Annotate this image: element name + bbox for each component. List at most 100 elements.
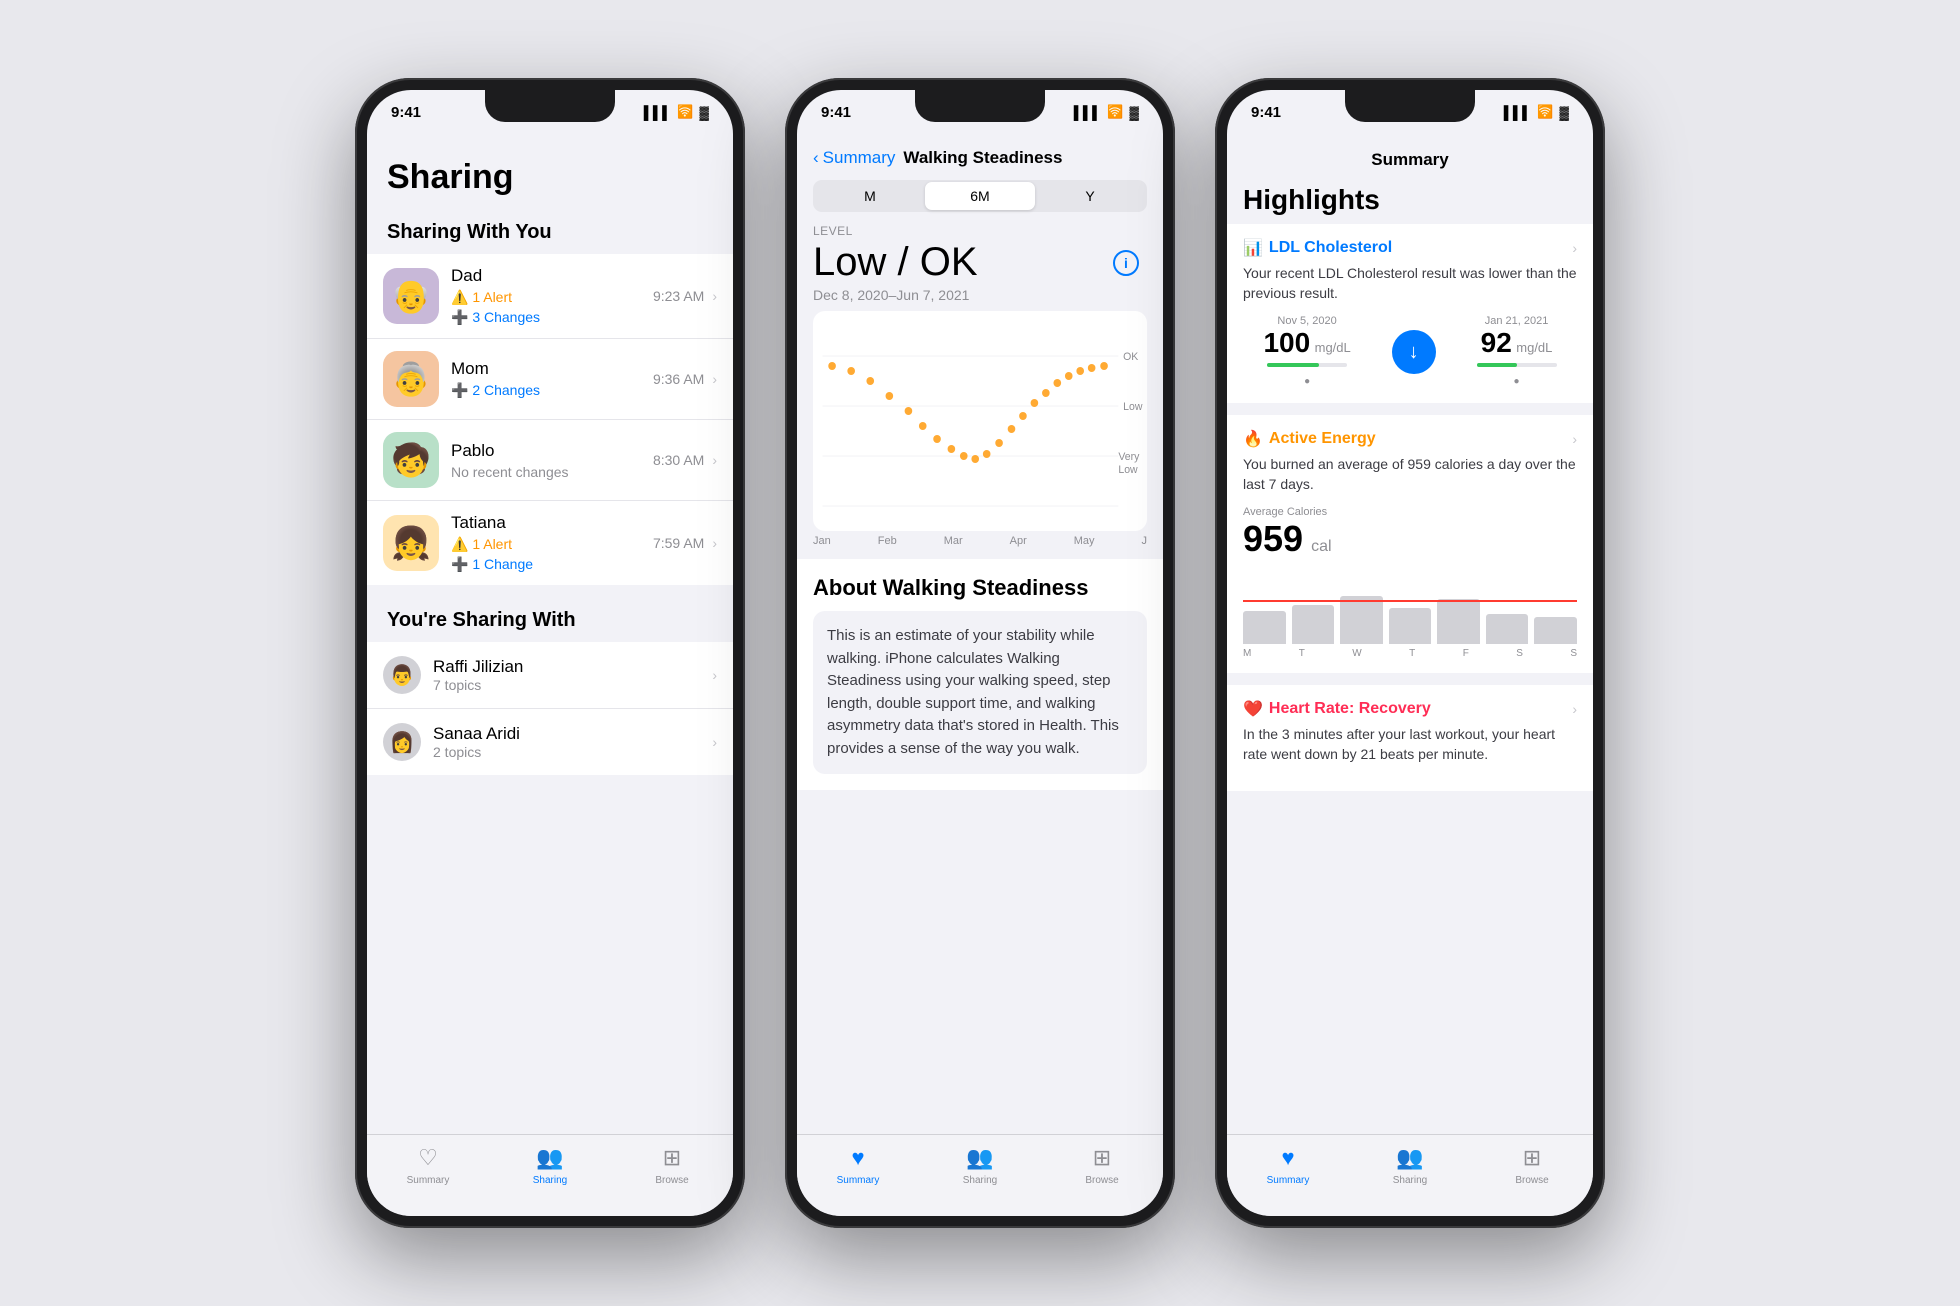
bar-label-f: F — [1463, 648, 1469, 659]
sharing-with-you-header: Sharing With You — [367, 213, 733, 254]
dad-time: 9:23 AM — [653, 288, 704, 304]
raffi-topics: 7 topics — [433, 677, 523, 693]
dad-alert: ⚠️ 1 Alert — [451, 289, 653, 306]
chol-after-value-row: 92 mg/dL — [1477, 327, 1557, 359]
segment-y[interactable]: Y — [1035, 182, 1145, 210]
tab-browse[interactable]: ⊞ Browse — [611, 1145, 733, 1186]
page-title: Sharing — [367, 148, 733, 213]
contact-dad[interactable]: 👴 Dad ⚠️ 1 Alert ➕ 3 Changes 9:23 AM › — [367, 254, 733, 339]
x-jan: Jan — [813, 535, 831, 547]
sharing-tab-label3: Sharing — [1393, 1175, 1427, 1186]
tab-sharing3[interactable]: 👥 Sharing — [1349, 1145, 1471, 1186]
ldl-header: 📊 LDL Cholesterol › — [1243, 238, 1577, 258]
calories-unit: cal — [1311, 538, 1331, 560]
pablo-no-changes: No recent changes — [451, 464, 653, 480]
pablo-name: Pablo — [451, 441, 653, 461]
summary-tab-label3: Summary — [1267, 1175, 1310, 1186]
x-may: May — [1074, 535, 1095, 547]
raffi-name: Raffi Jilizian — [433, 657, 523, 677]
mom-name: Mom — [451, 359, 653, 379]
info-button[interactable]: i — [1113, 250, 1139, 276]
avg-calories-label: Average Calories — [1243, 506, 1577, 518]
heart-header: ❤️ Heart Rate: Recovery › — [1243, 699, 1577, 719]
highlights-title: Highlights — [1227, 178, 1593, 224]
heart-label: ❤️ Heart Rate: Recovery — [1243, 699, 1431, 719]
chol-after-fill — [1477, 363, 1517, 367]
browse-tab-label2: Browse — [1085, 1175, 1118, 1186]
back-label: Summary — [823, 148, 896, 168]
energy-desc: You burned an average of 959 calories a … — [1243, 455, 1577, 494]
chol-after-dot: ● — [1514, 376, 1520, 387]
summary-tab-icon: ♡ — [418, 1145, 438, 1171]
sanaa-info: Sanaa Aridi 2 topics — [433, 724, 520, 760]
battery-icon: ▓ — [700, 105, 709, 120]
svg-text:Very: Very — [1118, 451, 1140, 463]
walking-chart: OK Low Very Low — [813, 311, 1147, 531]
tab-summary3[interactable]: ♥ Summary — [1227, 1145, 1349, 1186]
ldl-icon: 📊 — [1243, 238, 1263, 258]
contact-tatiana[interactable]: 👧 Tatiana ⚠️ 1 Alert ➕ 1 Change 7:59 AM … — [367, 501, 733, 585]
energy-icon: 🔥 — [1243, 429, 1263, 449]
contact-mom[interactable]: 👵 Mom ➕ 2 Changes 9:36 AM › — [367, 339, 733, 420]
bar-label-w: W — [1352, 648, 1361, 659]
sharing-tab-icon: 👥 — [536, 1145, 563, 1171]
ldl-label: 📊 LDL Cholesterol — [1243, 238, 1392, 258]
dad-avatar: 👴 — [383, 268, 439, 324]
summary-scroll: Summary Highlights 📊 LDL Cholesterol › Y… — [1227, 140, 1593, 1134]
energy-label-text: Active Energy — [1269, 430, 1376, 448]
chol-after-value: 92 — [1481, 327, 1512, 358]
tab-summary2[interactable]: ♥ Summary — [797, 1145, 919, 1186]
sharing-content: Sharing Sharing With You 👴 Dad ⚠️ 1 Aler… — [367, 140, 733, 775]
notch2 — [915, 90, 1045, 122]
back-button[interactable]: ‹ Summary — [813, 148, 895, 168]
contact-pablo[interactable]: 🧒 Pablo No recent changes 8:30 AM › — [367, 420, 733, 501]
tab-summary[interactable]: ♡ Summary — [367, 1145, 489, 1186]
tatiana-changes: ➕ 1 Change — [451, 556, 653, 573]
status-time2: 9:41 — [821, 104, 851, 121]
tatiana-info: Tatiana ⚠️ 1 Alert ➕ 1 Change — [451, 513, 653, 573]
tab-sharing2[interactable]: 👥 Sharing — [919, 1145, 1041, 1186]
pablo-time: 8:30 AM — [653, 452, 704, 468]
heart-icon: ❤️ — [1243, 699, 1263, 719]
tab-sharing[interactable]: 👥 Sharing — [489, 1145, 611, 1186]
walking-nav: ‹ Summary Walking Steadiness — [797, 140, 1163, 172]
svg-text:OK: OK — [1123, 351, 1139, 363]
browse-tab-label3: Browse — [1515, 1175, 1548, 1186]
cholesterol-comparison: Nov 5, 2020 100 mg/dL ● ↓ — [1243, 315, 1577, 389]
segment-6m[interactable]: 6M — [925, 182, 1035, 210]
summary-tab-label: Summary — [407, 1175, 450, 1186]
segment-m[interactable]: M — [815, 182, 925, 210]
mom-avatar: 👵 — [383, 351, 439, 407]
dad-chevron: › — [712, 288, 717, 304]
phone-sharing: 9:41 ▌▌▌ 🛜 ▓ Sharing Sharing With You 👴 … — [355, 78, 745, 1228]
tab-browse2[interactable]: ⊞ Browse — [1041, 1145, 1163, 1186]
chol-after-date: Jan 21, 2021 — [1477, 315, 1557, 327]
sharing-sanaa[interactable]: 👩 Sanaa Aridi 2 topics › — [367, 709, 733, 775]
tab-browse3[interactable]: ⊞ Browse — [1471, 1145, 1593, 1186]
heart-desc: In the 3 minutes after your last workout… — [1243, 725, 1577, 764]
heart-label-text: Heart Rate: Recovery — [1269, 700, 1431, 718]
youre-sharing-with-header: You're Sharing With — [367, 601, 733, 642]
walking-content: ‹ Summary Walking Steadiness M 6M Y LEVE… — [797, 140, 1163, 790]
tab-bar-summary: ♥ Summary 👥 Sharing ⊞ Browse — [1227, 1134, 1593, 1216]
wifi-icon: 🛜 — [677, 104, 693, 120]
sanaa-topics: 2 topics — [433, 744, 520, 760]
level-value-row: Low / OK i — [797, 238, 1163, 285]
chol-before-bar — [1267, 363, 1347, 367]
chol-before-dot: ● — [1304, 376, 1310, 387]
raffi-info: Raffi Jilizian 7 topics — [433, 657, 523, 693]
pablo-info: Pablo No recent changes — [451, 441, 653, 480]
bar-label-t1: T — [1299, 648, 1305, 659]
browse-tab-icon2: ⊞ — [1093, 1145, 1111, 1171]
svg-text:Low: Low — [1118, 464, 1137, 476]
sharing-tab-icon2: 👥 — [966, 1145, 993, 1171]
bar-w — [1340, 596, 1383, 644]
battery-icon2: ▓ — [1130, 105, 1139, 120]
about-section: About Walking Steadiness This is an esti… — [797, 559, 1163, 790]
browse-tab-label: Browse — [655, 1175, 688, 1186]
sharing-raffi[interactable]: 👨 Raffi Jilizian 7 topics › — [367, 642, 733, 709]
bar-t1 — [1292, 605, 1335, 644]
sharing-with-you-list: 👴 Dad ⚠️ 1 Alert ➕ 3 Changes 9:23 AM › 👵 — [367, 254, 733, 585]
sharing-tab-icon3: 👥 — [1396, 1145, 1423, 1171]
calories-row: 959 cal — [1243, 518, 1577, 560]
